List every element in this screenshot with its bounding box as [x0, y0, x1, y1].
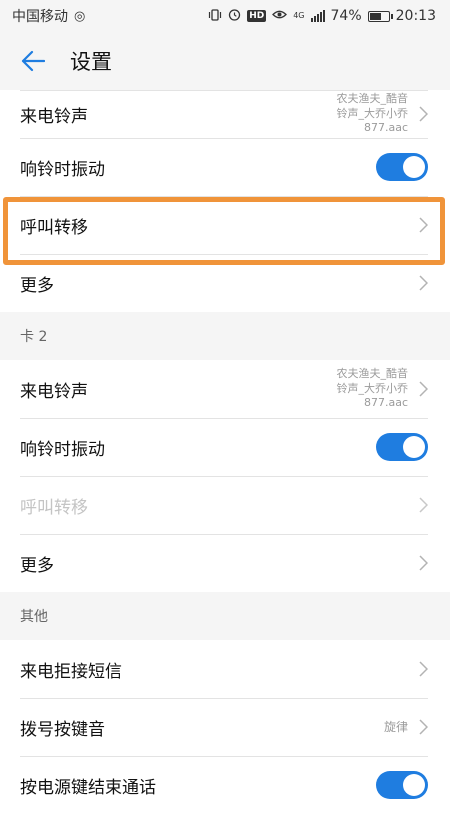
hd-icon: HD: [247, 10, 267, 22]
forwarding-label: 呼叫转移: [20, 217, 88, 238]
chevron-right-icon: [418, 380, 428, 398]
network-type: 4G: [293, 11, 305, 20]
forwarding-label: 呼叫转移: [20, 497, 88, 518]
app-header: 设置: [0, 32, 450, 90]
sim1-settings: 来电铃声 农夫渔夫_酷音 铃声_大乔小乔 877.aac 响铃时振动 呼叫转移 …: [0, 90, 450, 312]
ringtone-value: 农夫渔夫_酷音 铃声_大乔小乔 877.aac: [336, 91, 409, 135]
dial-tone-value: 旋律: [383, 719, 408, 734]
power-end-call-row: 按电源键结束通话: [0, 756, 450, 814]
chevron-right-icon: [418, 496, 428, 514]
sim2-more-row[interactable]: 更多: [0, 534, 450, 592]
power-end-call-toggle[interactable]: [376, 771, 428, 799]
chevron-right-icon: [418, 660, 428, 678]
vibrate-label: 响铃时振动: [20, 159, 105, 180]
chevron-right-icon: [418, 274, 428, 292]
reject-sms-row[interactable]: 来电拒接短信: [0, 640, 450, 698]
sim1-vibrate-row: 响铃时振动: [0, 138, 450, 196]
dial-tone-row[interactable]: 拨号按键音 旋律: [0, 698, 450, 756]
sim2-ringtone-row[interactable]: 来电铃声 农夫渔夫_酷音 铃声_大乔小乔 877.aac: [0, 360, 450, 418]
sim1-vibrate-toggle[interactable]: [376, 153, 428, 181]
chevron-right-icon: [418, 105, 428, 123]
arrow-left-icon[interactable]: [18, 46, 48, 76]
signal-icon: [310, 10, 325, 22]
power-end-call-label: 按电源键结束通话: [20, 777, 156, 798]
chevron-right-icon: [418, 216, 428, 234]
more-label: 更多: [20, 275, 54, 296]
section-header-other: 其他: [0, 592, 450, 640]
more-label: 更多: [20, 555, 54, 576]
status-bar: 中国移动 ◎ HD 4G 74% 20:13: [0, 0, 450, 32]
alarm-icon: [228, 8, 241, 24]
other-settings: 来电拒接短信 拨号按键音 旋律 按电源键结束通话: [0, 640, 450, 814]
sim2-vibrate-toggle[interactable]: [376, 433, 428, 461]
sim2-settings: 来电铃声 农夫渔夫_酷音 铃声_大乔小乔 877.aac 响铃时振动 呼叫转移 …: [0, 360, 450, 592]
chevron-right-icon: [418, 554, 428, 572]
sim2-forwarding-row[interactable]: 呼叫转移: [0, 476, 450, 534]
eye-comfort-icon: [272, 9, 288, 23]
dial-tone-label: 拨号按键音: [20, 719, 105, 740]
ringtone-label: 来电铃声: [20, 381, 88, 402]
battery-percent: 74%: [330, 8, 362, 24]
sim2-vibrate-row: 响铃时振动: [0, 418, 450, 476]
ringtone-label: 来电铃声: [20, 106, 88, 127]
chevron-right-icon: [418, 718, 428, 736]
sim1-ringtone-row[interactable]: 来电铃声 农夫渔夫_酷音 铃声_大乔小乔 877.aac: [0, 90, 450, 138]
clock: 20:13: [395, 8, 436, 24]
sim1-more-row[interactable]: 更多: [0, 254, 450, 312]
battery-icon: [367, 10, 393, 22]
notification-icon: ◎: [74, 8, 86, 24]
reject-sms-label: 来电拒接短信: [20, 661, 122, 682]
vibrate-icon: [208, 8, 222, 24]
page-title: 设置: [70, 50, 112, 74]
vibrate-label: 响铃时振动: [20, 439, 105, 460]
carrier-label: 中国移动: [12, 9, 68, 25]
sim1-forwarding-row[interactable]: 呼叫转移: [0, 196, 450, 254]
section-header-sim2: 卡 2: [0, 312, 450, 360]
ringtone-value: 农夫渔夫_酷音 铃声_大乔小乔 877.aac: [336, 366, 409, 410]
